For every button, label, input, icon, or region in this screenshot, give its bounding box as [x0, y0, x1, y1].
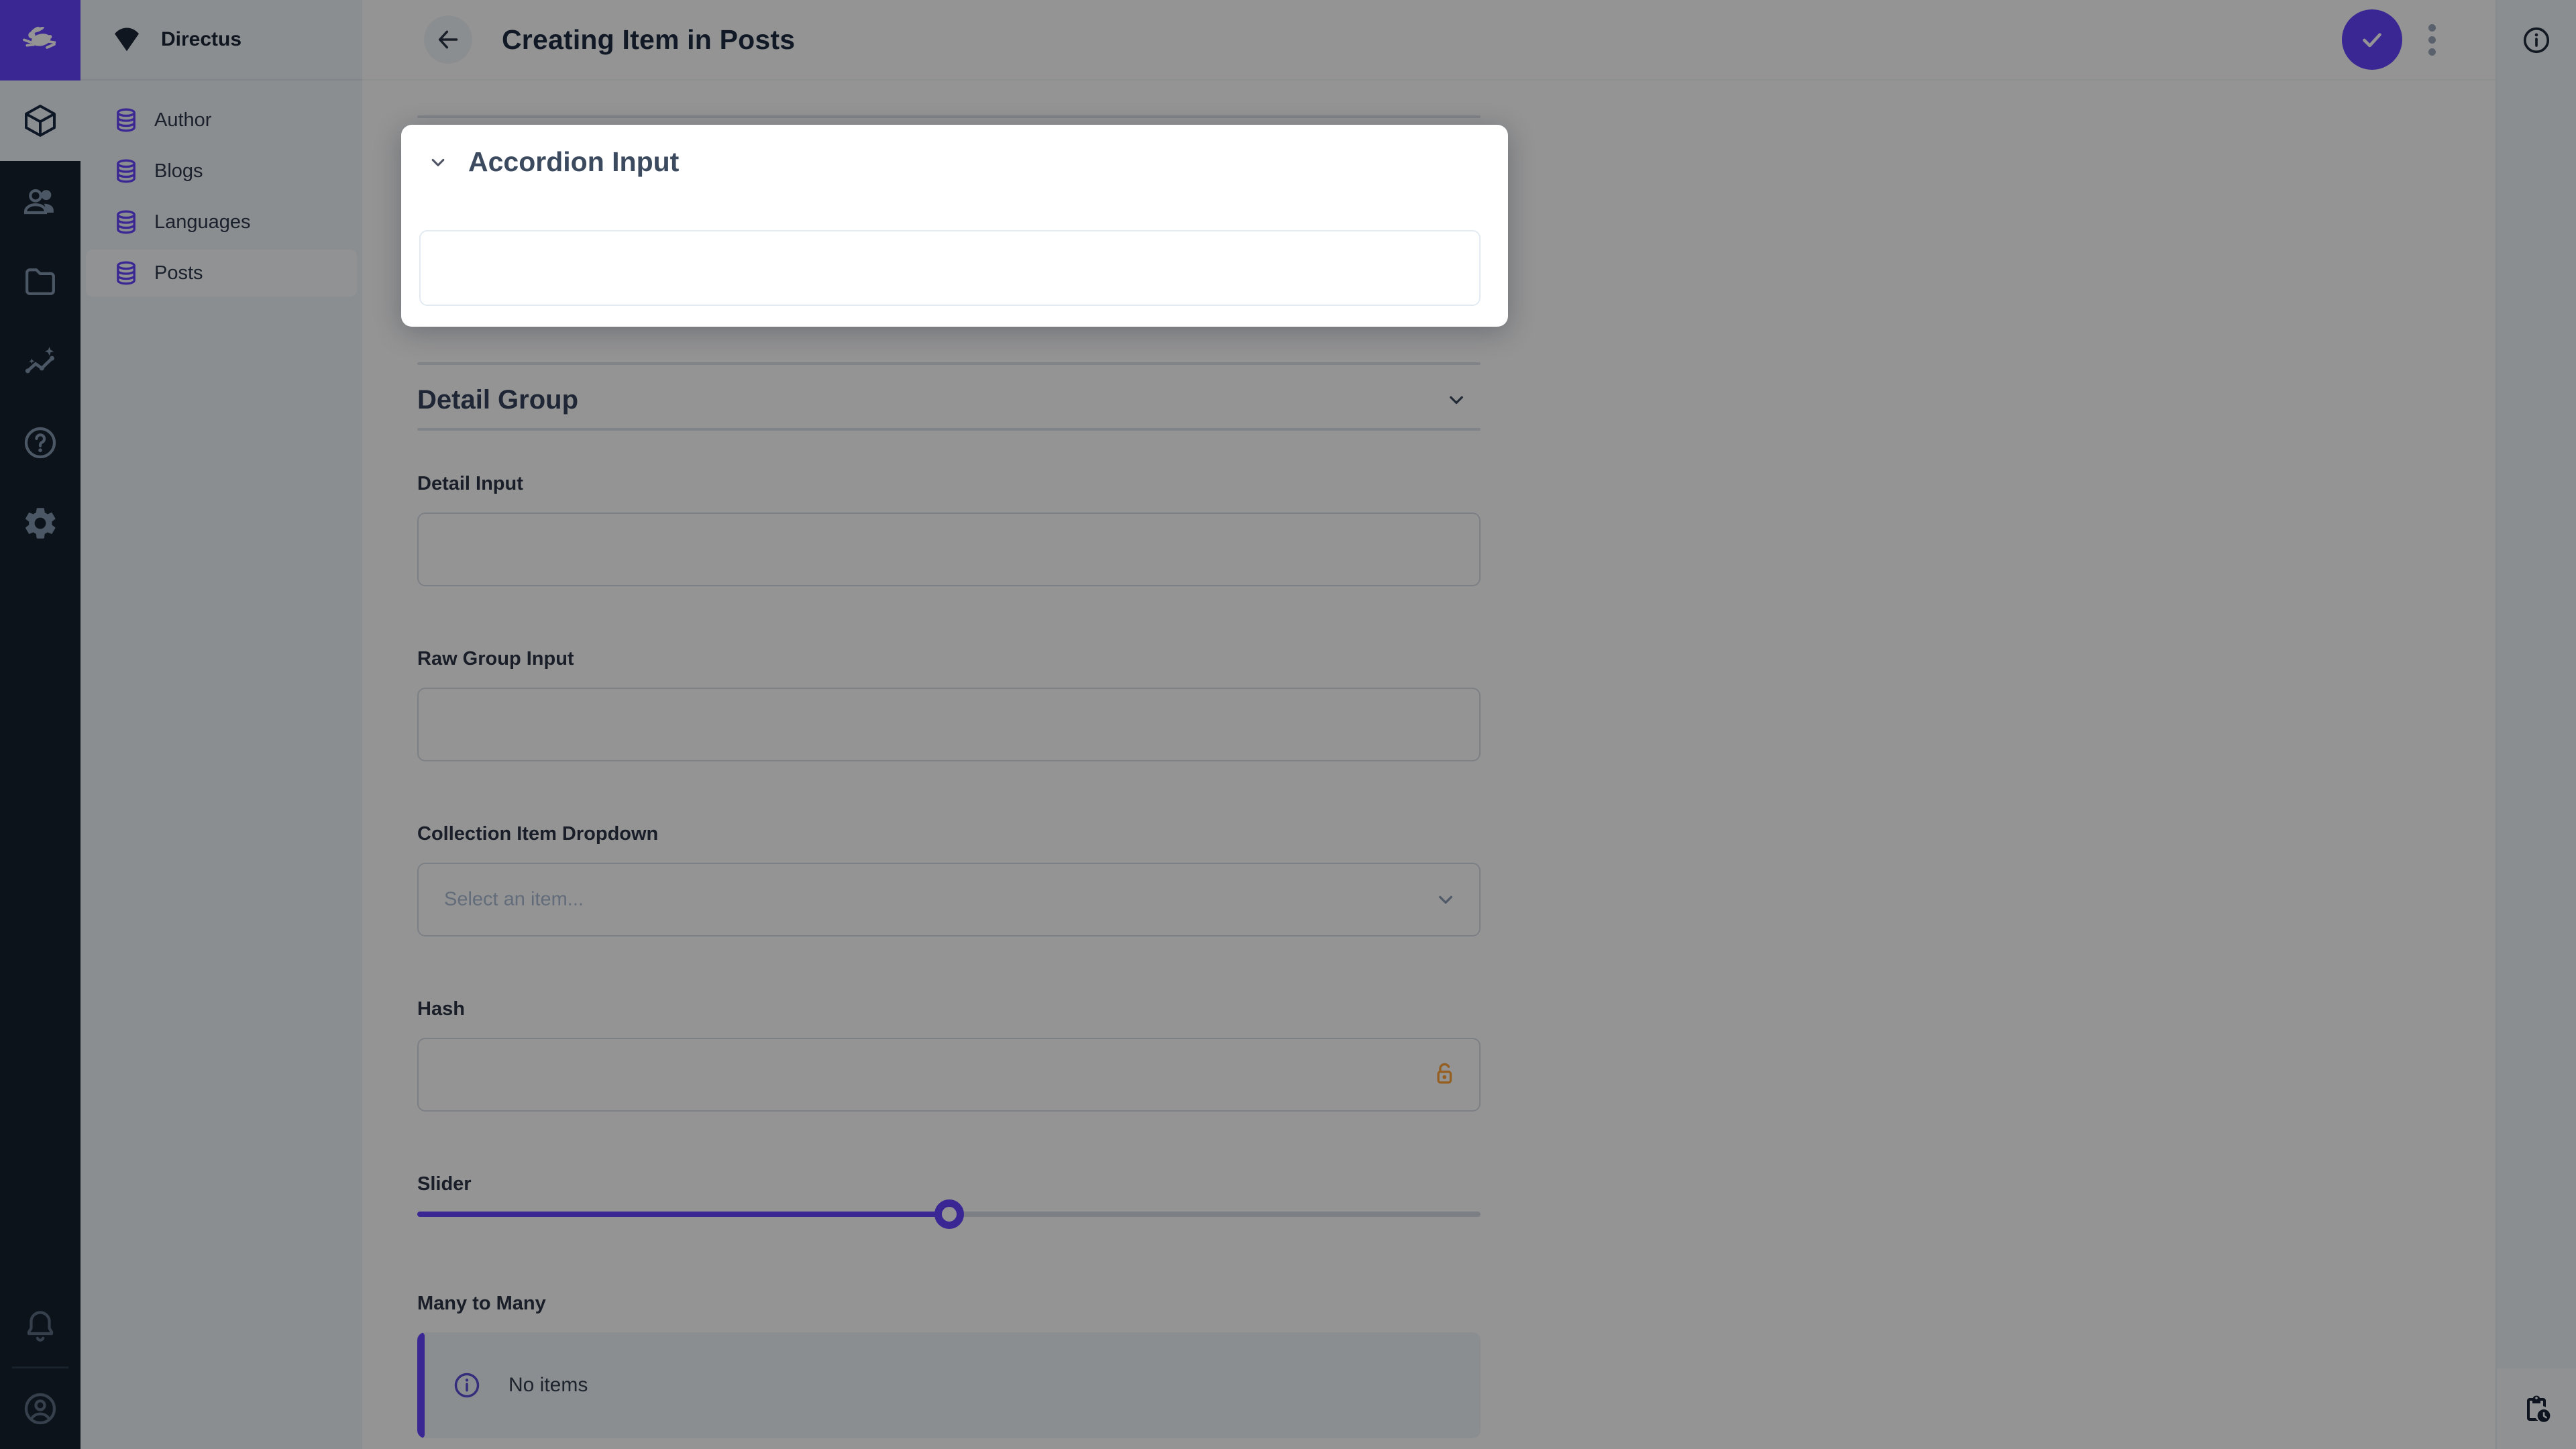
accordion-group-spotlight: Accordion Input	[401, 125, 1508, 327]
accordion-title: Accordion Input	[468, 146, 679, 178]
accordion-input-field[interactable]	[419, 230, 1481, 306]
chevron-down-icon	[427, 151, 449, 174]
accordion-toggle[interactable]: Accordion Input	[427, 146, 679, 178]
